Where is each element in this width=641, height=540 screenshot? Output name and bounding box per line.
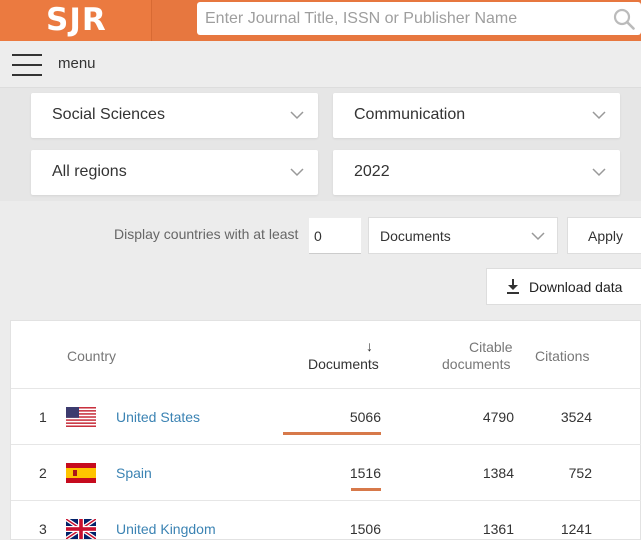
year-select[interactable]: 2022 xyxy=(333,150,620,195)
search-input[interactable] xyxy=(205,2,605,35)
rank: 2 xyxy=(39,465,47,481)
header-citable-line1[interactable]: Citable xyxy=(469,339,513,355)
subject-category-select[interactable]: Communication xyxy=(333,93,620,138)
row-divider xyxy=(11,500,641,501)
documents-bar xyxy=(283,432,381,435)
documents-value: 5066 xyxy=(349,409,381,425)
gb-flag-icon xyxy=(66,519,96,539)
min-threshold-label: Display countries with at least xyxy=(114,226,299,242)
top-bar: SJR xyxy=(0,0,641,41)
header-documents[interactable]: Documents xyxy=(308,356,379,372)
rank: 3 xyxy=(39,521,47,537)
region-value: All regions xyxy=(52,163,127,180)
sort-arrow-icon: ↓ xyxy=(366,338,373,354)
subject-category-value: Communication xyxy=(354,106,466,123)
us-flag-icon xyxy=(66,407,96,427)
logo-box[interactable]: SJR xyxy=(0,0,152,41)
citable-value: 4790 xyxy=(482,409,514,425)
citable-value: 1361 xyxy=(482,521,514,537)
header-country[interactable]: Country xyxy=(67,348,116,364)
citations-value: 1241 xyxy=(560,521,592,537)
chevron-down-icon xyxy=(592,111,606,120)
header-citations[interactable]: Citations xyxy=(535,348,589,364)
country-link[interactable]: Spain xyxy=(116,465,152,481)
metric-select[interactable]: Documents xyxy=(368,217,558,254)
row-divider xyxy=(11,444,641,445)
sjr-logo[interactable]: SJR xyxy=(46,2,107,38)
row-divider xyxy=(11,388,641,389)
menu-bar: menu xyxy=(0,41,641,88)
rank: 1 xyxy=(39,409,47,425)
metric-value: Documents xyxy=(380,228,451,244)
subject-area-select[interactable]: Social Sciences xyxy=(31,93,318,138)
min-threshold-input[interactable] xyxy=(309,218,361,254)
country-link[interactable]: United States xyxy=(116,409,200,425)
year-value: 2022 xyxy=(354,163,390,180)
documents-value: 1506 xyxy=(349,521,381,537)
search-icon[interactable] xyxy=(613,8,635,30)
country-link[interactable]: United Kingdom xyxy=(116,521,216,537)
region-select[interactable]: All regions xyxy=(31,150,318,195)
countries-table: Country ↓ Documents Citable documents Ci… xyxy=(10,320,641,540)
es-flag-icon xyxy=(66,463,96,483)
citable-value: 1384 xyxy=(482,465,514,481)
chevron-down-icon xyxy=(290,168,304,177)
chevron-down-icon xyxy=(290,111,304,120)
citations-value: 752 xyxy=(568,465,592,481)
search-box xyxy=(197,2,641,35)
hamburger-menu-icon[interactable] xyxy=(12,54,42,76)
apply-button[interactable]: Apply xyxy=(567,217,641,254)
documents-bar xyxy=(351,488,381,491)
menu-label[interactable]: menu xyxy=(58,55,96,72)
documents-value: 1516 xyxy=(349,465,381,481)
chevron-down-icon xyxy=(592,168,606,177)
header-citable-line2[interactable]: documents xyxy=(442,356,510,372)
subject-area-value: Social Sciences xyxy=(52,106,165,123)
filters-panel: Social Sciences Communication All region… xyxy=(0,88,641,201)
download-icon xyxy=(507,279,519,294)
chevron-down-icon xyxy=(531,232,545,241)
citations-value: 3524 xyxy=(560,409,592,425)
